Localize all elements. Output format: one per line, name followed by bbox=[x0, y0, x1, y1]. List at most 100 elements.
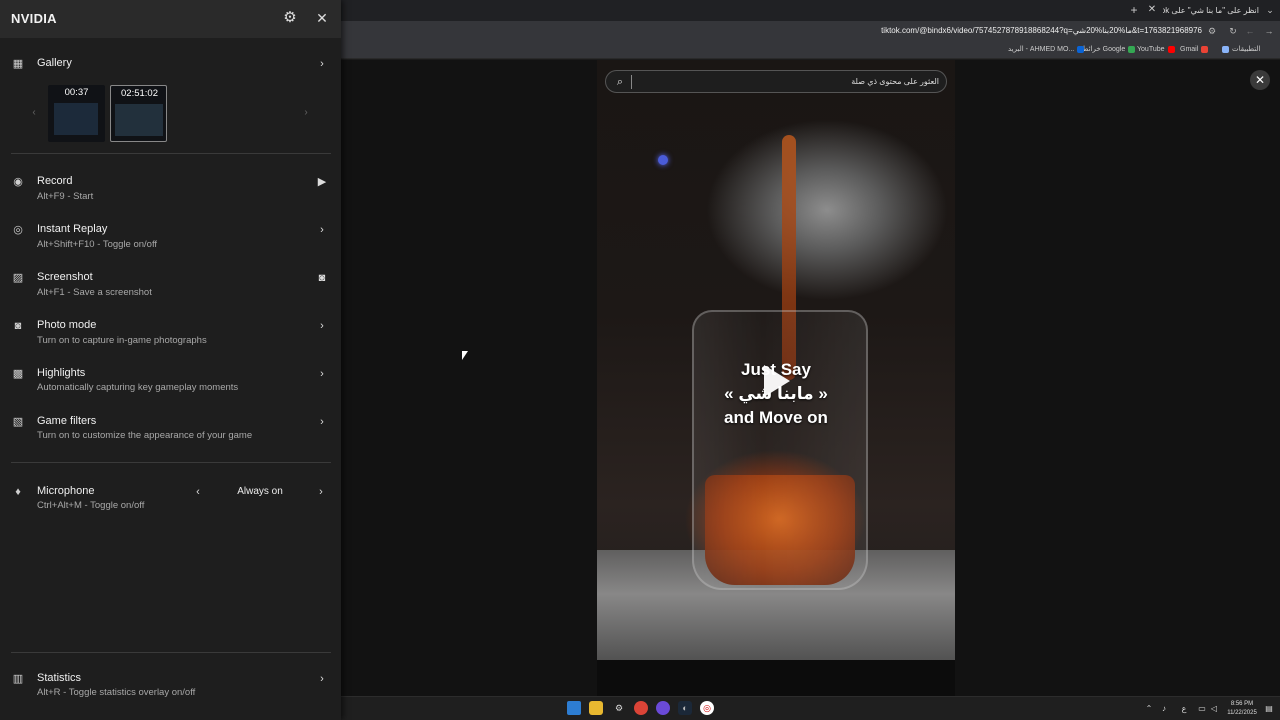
panel-header: NVIDIA ⚙ ✕ bbox=[0, 0, 341, 38]
tray-chevron-up-icon[interactable]: ⌃ bbox=[1143, 702, 1155, 716]
discord-icon[interactable] bbox=[656, 701, 670, 715]
video-bottom-shade bbox=[597, 660, 955, 696]
tea-glass bbox=[692, 310, 868, 590]
nvidia-overlay-panel: NVIDIA ⚙ ✕ ▦ Gallery › ‹ 00:37 02:51:02 … bbox=[0, 0, 341, 720]
file-explorer-icon[interactable] bbox=[589, 701, 603, 715]
gallery-thumbnail[interactable]: 02:51:02 bbox=[110, 85, 167, 142]
play-icon[interactable]: ▶ bbox=[315, 175, 329, 189]
overlay-line-3: and Move on bbox=[724, 408, 828, 427]
taskbar-clock[interactable]: 8:56 PM 11/22/2025 bbox=[1222, 700, 1262, 718]
back-icon[interactable]: ← bbox=[1243, 24, 1257, 38]
divider bbox=[11, 652, 331, 653]
chevron-right-icon[interactable]: › bbox=[315, 319, 329, 333]
camera-icon[interactable]: ◙ bbox=[315, 271, 329, 285]
statistics-title: Statistics bbox=[37, 672, 82, 684]
gallery-next-icon[interactable]: › bbox=[300, 106, 312, 120]
thumbnail-preview bbox=[115, 104, 163, 136]
reload-icon[interactable]: ↻ bbox=[1226, 24, 1240, 38]
highlights-title: Highlights bbox=[37, 367, 86, 379]
thumbnail-duration: 02:51:02 bbox=[121, 88, 158, 99]
clock-time: 8:56 PM bbox=[1230, 701, 1254, 707]
screenshot-subtitle: Alt+F1 - Save a screenshot bbox=[37, 287, 152, 298]
divider bbox=[11, 462, 331, 463]
game-filters-title: Game filters bbox=[37, 415, 97, 427]
chevron-right-icon[interactable]: › bbox=[314, 485, 328, 499]
clock-date: 11/22/2025 bbox=[1227, 710, 1257, 716]
bookmark-gmail[interactable]: Gmail bbox=[1180, 44, 1211, 56]
background-light bbox=[658, 155, 668, 165]
bookmark-label: خرائط Google bbox=[1082, 46, 1126, 53]
search-input[interactable]: العثور على محتوى ذي صلة bbox=[636, 75, 939, 89]
youtube-icon bbox=[1167, 45, 1175, 53]
record-title: Record bbox=[37, 175, 73, 187]
steam-icon[interactable]: ◐ bbox=[678, 701, 692, 715]
bookmark-youtube[interactable]: YouTube bbox=[1137, 44, 1178, 56]
notification-icon[interactable]: ▤ bbox=[1263, 702, 1275, 716]
settings-gear-icon[interactable]: ⚙ bbox=[281, 9, 299, 27]
forward-icon[interactable]: → bbox=[1262, 24, 1276, 38]
chevron-right-icon[interactable]: › bbox=[315, 367, 329, 381]
tab-title[interactable]: انظر على "ما بنا شي" على TikTok bbox=[1163, 0, 1259, 21]
bookmark-label: البريد - AHMED MO... bbox=[1008, 46, 1075, 53]
microphone-icon: ♦ bbox=[15, 486, 21, 498]
screenshot-title: Screenshot bbox=[37, 271, 93, 283]
bookmark-label: التطبيقات bbox=[1232, 46, 1261, 53]
photo-mode-subtitle: Turn on to capture in-game photographs bbox=[37, 335, 207, 346]
chrome-icon[interactable] bbox=[634, 701, 648, 715]
microphone-tray-icon[interactable]: ♪ bbox=[1158, 702, 1170, 716]
game-filters-subtitle: Turn on to customize the appearance of y… bbox=[37, 430, 253, 441]
network-icon[interactable]: ▭ bbox=[1196, 702, 1208, 716]
camera-icon: ◙ bbox=[14, 320, 22, 332]
replay-icon: ◎ bbox=[13, 224, 23, 236]
windows-start-icon[interactable] bbox=[567, 701, 581, 715]
apps-grid-icon bbox=[1222, 45, 1229, 53]
divider bbox=[11, 153, 331, 154]
video-player[interactable]: Just Say « مابنا شي » and Move on bbox=[597, 60, 955, 696]
settings-gear-icon[interactable]: ⚙ bbox=[612, 701, 626, 715]
thumbnail-preview bbox=[54, 103, 98, 135]
chevron-left-icon[interactable]: ‹ bbox=[191, 485, 205, 499]
microphone-title: Microphone bbox=[37, 485, 95, 497]
bookmark-outlook[interactable]: البريد - AHMED MO... bbox=[1008, 44, 1087, 56]
image-icon: ▨ bbox=[12, 272, 24, 284]
gallery-title: Gallery bbox=[37, 57, 72, 69]
photo-mode-title: Photo mode bbox=[37, 319, 97, 331]
microphone-mode-value: Always on bbox=[237, 486, 283, 497]
close-video-button[interactable]: ✕ bbox=[1250, 70, 1270, 90]
new-tab-button[interactable]: + bbox=[1127, 3, 1141, 17]
instant-replay-subtitle: Alt+Shift+F10 - Toggle on/off bbox=[37, 239, 158, 250]
bookmark-label: Gmail bbox=[1180, 46, 1199, 53]
tab-close-icon[interactable]: ✕ bbox=[1146, 3, 1158, 17]
filters-icon: ▧ bbox=[12, 416, 24, 428]
clapper-icon: ▩ bbox=[12, 368, 24, 380]
app-icon[interactable]: ◎ bbox=[700, 701, 714, 715]
chevron-right-icon[interactable]: › bbox=[315, 57, 329, 71]
record-icon: ◉ bbox=[13, 176, 23, 188]
language-indicator[interactable]: ع bbox=[1178, 702, 1190, 716]
play-icon[interactable] bbox=[764, 365, 790, 397]
bookmark-maps[interactable]: خرائط Google bbox=[1082, 44, 1138, 56]
gallery-prev-icon[interactable]: ‹ bbox=[28, 106, 40, 120]
highlights-subtitle: Automatically capturing key gameplay mom… bbox=[37, 382, 239, 393]
microphone-subtitle: Ctrl+Alt+M - Toggle on/off bbox=[37, 500, 145, 511]
instant-replay-title: Instant Replay bbox=[37, 223, 108, 235]
chevron-right-icon[interactable]: › bbox=[315, 672, 329, 686]
nvidia-brand: NVIDIA bbox=[11, 11, 57, 26]
gallery-thumbnail[interactable]: 00:37 bbox=[48, 85, 105, 142]
bookmark-label: YouTube bbox=[1137, 46, 1165, 53]
tab-list-chevron-icon[interactable]: ⌄ bbox=[1264, 2, 1276, 18]
bookmark-apps[interactable]: التطبيقات bbox=[1222, 44, 1260, 56]
outlook-icon bbox=[1077, 45, 1085, 53]
gmail-icon bbox=[1201, 45, 1209, 53]
chevron-right-icon[interactable]: › bbox=[315, 223, 329, 237]
close-icon[interactable]: ✕ bbox=[313, 9, 331, 27]
related-search-bar[interactable]: ⌕ العثور على محتوى ذي صلة bbox=[605, 70, 947, 93]
search-icon[interactable]: ⌕ bbox=[613, 75, 627, 89]
chevron-right-icon[interactable]: › bbox=[315, 415, 329, 429]
statistics-subtitle: Alt+R - Toggle statistics overlay on/off bbox=[37, 687, 196, 698]
thumbnail-duration: 00:37 bbox=[64, 87, 89, 98]
maps-icon bbox=[1128, 45, 1136, 53]
site-settings-icon[interactable]: ⚙ bbox=[1205, 24, 1219, 38]
volume-icon[interactable]: ◁ bbox=[1208, 702, 1220, 716]
url-field[interactable]: tiktok.com/@bindx6/video/757452787891886… bbox=[700, 24, 1202, 38]
